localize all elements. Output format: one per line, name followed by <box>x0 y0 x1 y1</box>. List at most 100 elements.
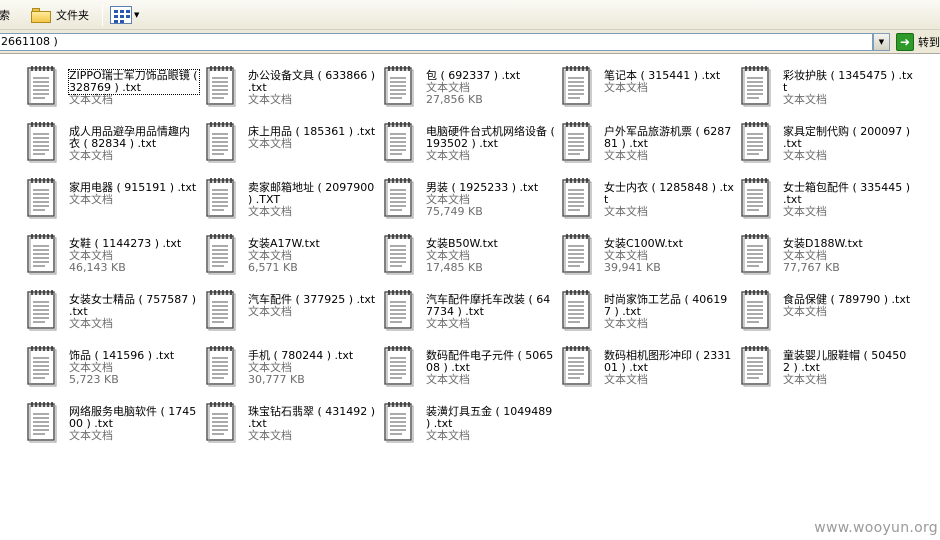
file-text: 卖家邮箱地址 ( 2097900 ) .TXT 文本文档 <box>248 182 378 218</box>
file-type: 文本文档 <box>69 429 113 442</box>
file-size: 27,856 KB <box>426 93 483 106</box>
text-document-icon <box>561 233 593 275</box>
file-item[interactable]: 成人用品避孕用品情趣内衣 ( 82834 ) .txt 文本文档 <box>26 117 204 169</box>
file-item[interactable]: 女士内衣 ( 1285848 ) .txt 文本文档 <box>561 173 739 225</box>
file-type: 文本文档 <box>248 93 292 106</box>
address-bar: 2661108 ) ▼ ➜ 转到 <box>0 30 940 54</box>
views-button[interactable]: ▼ <box>108 4 141 26</box>
file-type: 文本文档 <box>426 429 470 442</box>
go-button[interactable]: ➜ 转到 <box>896 33 940 51</box>
file-item[interactable]: 时尚家饰工艺品 ( 406197 ) .txt 文本文档 <box>561 285 739 337</box>
file-text: 床上用品 ( 185361 ) .txt 文本文档 <box>248 126 378 150</box>
file-size: 17,485 KB <box>426 261 483 274</box>
file-text: 笔记本 ( 315441 ) .txt 文本文档 <box>604 70 734 94</box>
file-item[interactable]: ZIPPO瑞士军刀饰品眼镜 ( 328769 ) .txt 文本文档 <box>26 61 204 113</box>
file-item[interactable]: 家具定制代购 ( 200097 ) .txt 文本文档 <box>740 117 918 169</box>
file-name: 办公设备文具 ( 633866 ) .txt <box>248 69 376 94</box>
file-item[interactable]: 女士箱包配件 ( 335445 ) .txt 文本文档 <box>740 173 918 225</box>
file-name: 户外军品旅游机票 ( 628781 ) .txt <box>604 125 732 150</box>
file-item[interactable]: 汽车配件 ( 377925 ) .txt 文本文档 <box>205 285 383 337</box>
file-name: 汽车配件摩托车改装 ( 647734 ) .txt <box>426 293 551 318</box>
file-type: 文本文档 <box>604 373 648 386</box>
chevron-down-icon: ▼ <box>878 38 885 46</box>
text-document-icon <box>561 345 593 387</box>
file-item[interactable]: 珠宝钻石翡翠 ( 431492 ) .txt 文本文档 <box>205 397 383 449</box>
file-type: 文本文档 <box>783 373 827 386</box>
file-item[interactable]: 户外军品旅游机票 ( 628781 ) .txt 文本文档 <box>561 117 739 169</box>
file-text: 汽车配件摩托车改装 ( 647734 ) .txt 文本文档 <box>426 294 556 330</box>
file-item[interactable]: 包 ( 692337 ) .txt 文本文档 27,856 KB <box>383 61 561 113</box>
text-document-icon <box>740 345 772 387</box>
text-document-icon <box>26 177 58 219</box>
text-document-icon <box>26 121 58 163</box>
file-name: 女士内衣 ( 1285848 ) .txt <box>604 181 734 206</box>
file-item[interactable]: 女装B50W.txt 文本文档 17,485 KB <box>383 229 561 281</box>
file-name: 卖家邮箱地址 ( 2097900 ) .TXT <box>248 181 375 206</box>
file-type: 文本文档 <box>426 317 470 330</box>
text-document-icon <box>205 233 237 275</box>
folder-icon <box>31 7 51 23</box>
file-item[interactable]: 数码配件电子元件 ( 506508 ) .txt 文本文档 <box>383 341 561 393</box>
file-size: 77,767 KB <box>783 261 840 274</box>
folders-button[interactable]: 文件夹 <box>28 4 92 26</box>
file-item[interactable]: 装潢灯具五金 ( 1049489 ) .txt 文本文档 <box>383 397 561 449</box>
file-text: 装潢灯具五金 ( 1049489 ) .txt 文本文档 <box>426 406 556 442</box>
file-type: 文本文档 <box>248 305 292 318</box>
search-button[interactable]: 搜索 <box>0 4 10 26</box>
text-document-icon <box>383 289 415 331</box>
file-item[interactable]: 女装A17W.txt 文本文档 6,571 KB <box>205 229 383 281</box>
file-text: ZIPPO瑞士军刀饰品眼镜 ( 328769 ) .txt 文本文档 <box>68 69 200 106</box>
file-item[interactable]: 电脑硬件台式机网络设备 ( 193502 ) .txt 文本文档 <box>383 117 561 169</box>
file-type: 文本文档 <box>426 373 470 386</box>
file-item[interactable]: 汽车配件摩托车改装 ( 647734 ) .txt 文本文档 <box>383 285 561 337</box>
file-item[interactable]: 饰品 ( 141596 ) .txt 文本文档 5,723 KB <box>26 341 204 393</box>
file-type: 文本文档 <box>783 93 827 106</box>
file-item[interactable]: 办公设备文具 ( 633866 ) .txt 文本文档 <box>205 61 383 113</box>
text-document-icon <box>740 233 772 275</box>
file-text: 电脑硬件台式机网络设备 ( 193502 ) .txt 文本文档 <box>426 126 556 162</box>
file-item[interactable]: 女装女士精品 ( 757587 ) .txt 文本文档 <box>26 285 204 337</box>
file-item[interactable]: 食品保健 ( 789790 ) .txt 文本文档 <box>740 285 918 337</box>
file-item[interactable]: 数码相机图形冲印 ( 233101 ) .txt 文本文档 <box>561 341 739 393</box>
text-document-icon <box>561 177 593 219</box>
file-size: 46,143 KB <box>69 261 126 274</box>
text-document-icon <box>561 65 593 107</box>
text-document-icon <box>383 65 415 107</box>
file-name: 童装婴儿服鞋帽 ( 504502 ) .txt <box>783 349 907 374</box>
text-document-icon <box>383 233 415 275</box>
file-name: 成人用品避孕用品情趣内衣 ( 82834 ) .txt <box>69 125 190 150</box>
file-type: 文本文档 <box>783 205 827 218</box>
file-text: 女鞋 ( 1144273 ) .txt 文本文档 46,143 KB <box>69 238 199 274</box>
file-item[interactable]: 童装婴儿服鞋帽 ( 504502 ) .txt 文本文档 <box>740 341 918 393</box>
text-document-icon <box>740 121 772 163</box>
file-item[interactable]: 卖家邮箱地址 ( 2097900 ) .TXT 文本文档 <box>205 173 383 225</box>
file-item[interactable]: 手机 ( 780244 ) .txt 文本文档 30,777 KB <box>205 341 383 393</box>
address-input[interactable]: 2661108 ) <box>0 33 873 51</box>
text-document-icon <box>205 289 237 331</box>
file-text: 家用电器 ( 915191 ) .txt 文本文档 <box>69 182 199 206</box>
file-item[interactable]: 女装D188W.txt 文本文档 77,767 KB <box>740 229 918 281</box>
file-item[interactable]: 女装C100W.txt 文本文档 39,941 KB <box>561 229 739 281</box>
text-document-icon <box>383 121 415 163</box>
text-document-icon <box>205 65 237 107</box>
text-document-icon <box>26 289 58 331</box>
address-dropdown-button[interactable]: ▼ <box>873 33 890 51</box>
file-text: 时尚家饰工艺品 ( 406197 ) .txt 文本文档 <box>604 294 734 330</box>
file-name: ZIPPO瑞士军刀饰品眼镜 ( 328769 ) .txt <box>68 69 200 95</box>
file-item[interactable]: 笔记本 ( 315441 ) .txt 文本文档 <box>561 61 739 113</box>
file-item[interactable]: 女鞋 ( 1144273 ) .txt 文本文档 46,143 KB <box>26 229 204 281</box>
file-name: 数码配件电子元件 ( 506508 ) .txt <box>426 349 554 374</box>
file-item[interactable]: 网络服务电脑软件 ( 174500 ) .txt 文本文档 <box>26 397 204 449</box>
file-item[interactable]: 家用电器 ( 915191 ) .txt 文本文档 <box>26 173 204 225</box>
file-type: 文本文档 <box>426 149 470 162</box>
file-item[interactable]: 床上用品 ( 185361 ) .txt 文本文档 <box>205 117 383 169</box>
file-text: 女士箱包配件 ( 335445 ) .txt 文本文档 <box>783 182 913 218</box>
file-name: 电脑硬件台式机网络设备 ( 193502 ) .txt <box>426 125 555 150</box>
file-text: 家具定制代购 ( 200097 ) .txt 文本文档 <box>783 126 913 162</box>
file-item[interactable]: 男装 ( 1925233 ) .txt 文本文档 75,749 KB <box>383 173 561 225</box>
file-text: 彩妆护肤 ( 1345475 ) .txt 文本文档 <box>783 70 913 106</box>
file-text: 食品保健 ( 789790 ) .txt 文本文档 <box>783 294 913 318</box>
file-type: 文本文档 <box>248 205 292 218</box>
text-document-icon <box>740 289 772 331</box>
file-item[interactable]: 彩妆护肤 ( 1345475 ) .txt 文本文档 <box>740 61 918 113</box>
